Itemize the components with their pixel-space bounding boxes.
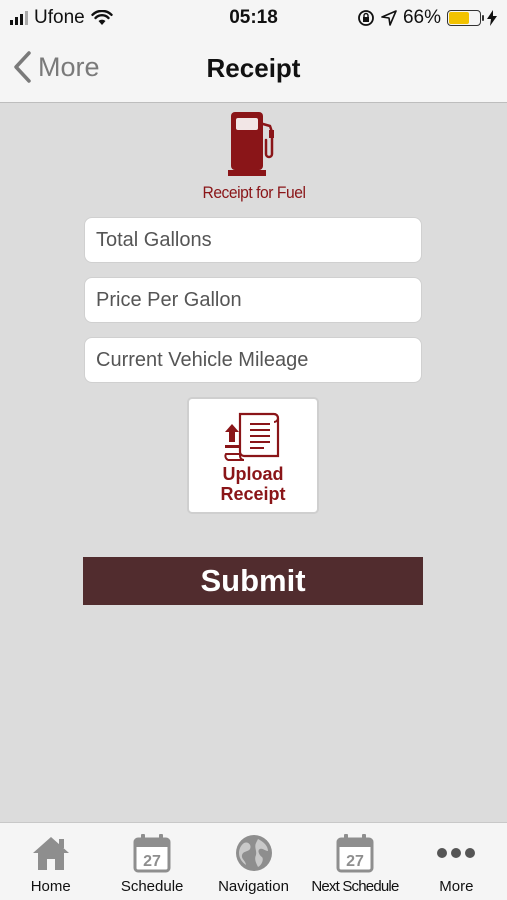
- tab-navigation[interactable]: Navigation: [203, 823, 304, 900]
- location-arrow-icon: [381, 10, 397, 26]
- calendar-icon: 27: [336, 834, 374, 873]
- tab-more-label: More: [439, 878, 474, 895]
- battery-icon: [447, 10, 484, 26]
- price-per-gallon-input[interactable]: [96, 288, 421, 312]
- tab-navigation-label: Navigation: [218, 878, 289, 895]
- calendar-day-number: 27: [143, 853, 161, 870]
- receipt-for-fuel-caption: Receipt for Fuel: [201, 183, 306, 202]
- signal-icon: [10, 11, 28, 25]
- back-button[interactable]: More: [12, 50, 100, 84]
- upload-receipt-label: Upload Receipt: [220, 464, 285, 504]
- globe-icon: [235, 835, 272, 871]
- fuel-receipt-header: Receipt for Fuel: [0, 110, 507, 203]
- upload-label-line-1: Upload: [222, 464, 284, 484]
- chevron-left-icon: [14, 51, 31, 83]
- tab-next-schedule[interactable]: 27 Next Schedule: [304, 823, 405, 900]
- upload-document-icon: [224, 412, 280, 462]
- battery-percent: 66%: [402, 7, 441, 28]
- wifi-icon: [91, 10, 113, 25]
- status-bar: Ufone 05:18 66%: [0, 0, 507, 36]
- calendar-icon: 27: [133, 834, 171, 873]
- carrier-name: Ufone: [34, 7, 85, 28]
- calendar-day-number: 27: [346, 853, 364, 870]
- charging-bolt-icon: [487, 10, 497, 26]
- tab-bar: Home 27 Schedule Navigation 27 Next Sche…: [0, 822, 507, 900]
- price-per-gallon-field[interactable]: [84, 277, 422, 323]
- back-button-label: More: [38, 51, 100, 82]
- vehicle-mileage-input[interactable]: [96, 348, 421, 372]
- status-left: Ufone: [10, 7, 180, 29]
- status-right: 66%: [327, 7, 497, 29]
- orientation-lock-icon: [358, 10, 374, 26]
- total-gallons-field[interactable]: [84, 217, 422, 263]
- upload-receipt-button[interactable]: Upload Receipt: [187, 397, 319, 514]
- tab-more[interactable]: More: [406, 823, 507, 900]
- tab-home-label: Home: [30, 878, 71, 895]
- upload-label-line-2: Receipt: [220, 484, 286, 504]
- submit-button[interactable]: Submit: [83, 557, 423, 605]
- tab-schedule[interactable]: 27 Schedule: [101, 823, 202, 900]
- tab-next-schedule-label: Next Schedule: [311, 878, 399, 895]
- status-time: 05:18: [229, 7, 278, 28]
- tab-schedule-label: Schedule: [120, 878, 184, 895]
- tab-home[interactable]: Home: [0, 823, 101, 900]
- vehicle-mileage-field[interactable]: [84, 337, 422, 383]
- home-icon: [32, 837, 69, 870]
- total-gallons-input[interactable]: [96, 228, 421, 252]
- navigation-bar: More Receipt: [0, 36, 507, 103]
- more-dots-icon: [437, 848, 476, 858]
- fuel-pump-icon: [227, 112, 274, 176]
